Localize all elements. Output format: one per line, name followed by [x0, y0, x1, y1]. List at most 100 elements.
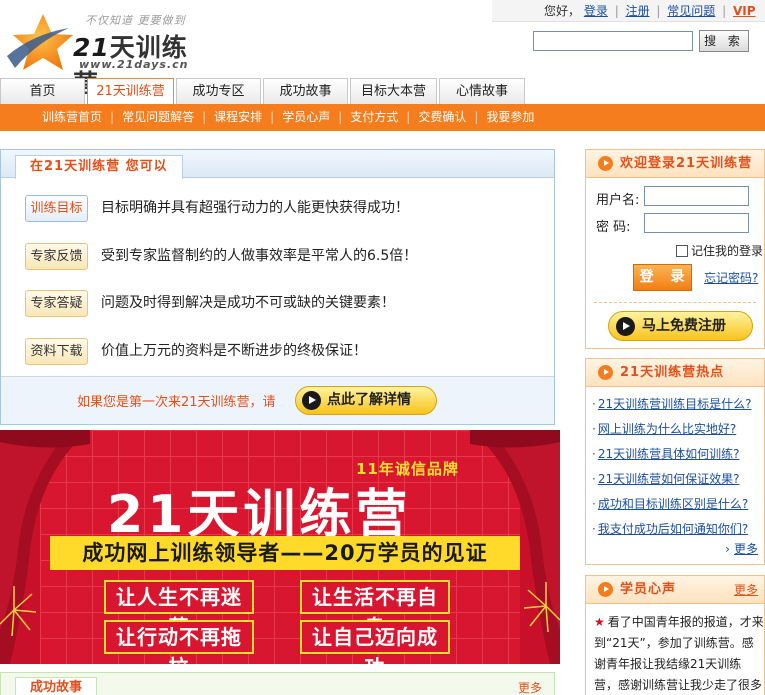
- remember-me-label: 记住我的登录: [691, 244, 764, 258]
- list-item: · 我支付成功后如何通知你们?: [592, 517, 751, 542]
- testimonials-header: 学员心声 更多: [586, 576, 764, 604]
- bullet-icon: ·: [592, 522, 596, 536]
- hot-topic-link[interactable]: 21天训练营如何保证效果?: [598, 472, 740, 486]
- login-box: 欢迎登录21天训练营 用户名: 密 码: 记住我的登录 登 录 忘记密码? 马上…: [585, 149, 765, 349]
- testimonial-body: 看了中国青年报的报道，才来到“21天”，参加了训练营。感谢青年报让我结缘21天训…: [594, 615, 764, 692]
- feature-row: 专家答疑 问题及时得到解决是成功不可或缺的关键要素！: [25, 290, 545, 318]
- remember-me-checkbox[interactable]: 记住我的登录: [676, 242, 763, 259]
- subnav-join[interactable]: 我要参加: [486, 104, 534, 131]
- subnav-payment-confirm[interactable]: 交费确认: [418, 104, 466, 131]
- hot-topics-list: · 21天训练营训练目标是什么? · 网上训练为什么比实地好? · 21天训练营具体如…: [592, 392, 751, 542]
- hot-topic-link[interactable]: 网上训练为什么比实地好?: [598, 422, 736, 436]
- header: 不仅知道 更要做到 21天训练营 www.21days.cn 您好， 登录 | …: [0, 0, 765, 98]
- subnav-testimonials[interactable]: 学员心声: [282, 104, 330, 131]
- arrow-right-icon: [598, 582, 613, 597]
- search-input[interactable]: [533, 31, 693, 51]
- banner-tagline: 成功网上训练领导者——20万学员的见证: [50, 536, 520, 570]
- testimonials-more-link[interactable]: 更多: [734, 576, 758, 604]
- divider: |: [656, 4, 661, 18]
- tab-home[interactable]: 首页: [0, 78, 85, 104]
- banner-slogan: 让行动不再拖拉: [104, 620, 254, 664]
- bullet-icon: ·: [592, 497, 596, 511]
- hot-topics-box: 21天训练营热点 · 21天训练营训练目标是什么? · 网上训练为什么比实地好? ·…: [585, 358, 765, 565]
- bullet-icon: ·: [592, 422, 596, 436]
- feature-label-feedback[interactable]: 专家反馈: [25, 243, 88, 270]
- feature-label-qa[interactable]: 专家答疑: [25, 290, 88, 317]
- testimonials-box: 学员心声 更多 ★ 看了中国青年报的报道，才来到“21天”，参加了训练营。感谢青年…: [585, 575, 765, 695]
- subnav-faq[interactable]: 常见问题解答: [122, 104, 194, 131]
- login-box-title: 欢迎登录21天训练营: [620, 156, 753, 171]
- main-nav: 首页 21天训练营 成功专区 成功故事 目标大本营 心情故事: [0, 78, 765, 104]
- checkbox-icon: [676, 245, 688, 257]
- logo-domain: www.21days.cn: [79, 58, 189, 71]
- password-input[interactable]: [644, 213, 749, 233]
- tab-success-zone[interactable]: 成功专区: [176, 78, 261, 104]
- firework-icon: [0, 586, 37, 637]
- username-label: 用户名:: [596, 193, 640, 208]
- intro-title: 在21天训练营 您可以: [15, 155, 183, 179]
- hot-topics-more[interactable]: › 更多: [725, 540, 758, 557]
- search-button[interactable]: 搜 索: [699, 30, 749, 52]
- tab-success-stories[interactable]: 成功故事: [263, 78, 348, 104]
- divider: |: [722, 4, 727, 18]
- tab-goal-camp[interactable]: 目标大本营: [350, 78, 437, 104]
- free-register-button[interactable]: 马上免费注册: [608, 311, 753, 341]
- username-input[interactable]: [644, 186, 749, 206]
- subnav-payment[interactable]: 支付方式: [350, 104, 398, 131]
- feature-row: 训练目标 目标明确并具有超强行动力的人能更快获得成功！: [25, 195, 545, 223]
- login-link[interactable]: 登录: [584, 4, 608, 18]
- subnav-camp-home[interactable]: 训练营首页: [42, 104, 102, 131]
- site-logo[interactable]: 不仅知道 更要做到 21天训练营 www.21days.cn: [3, 4, 213, 98]
- list-item: · 网上训练为什么比实地好?: [592, 417, 751, 442]
- tab-mood-stories[interactable]: 心情故事: [439, 78, 525, 104]
- list-item: · 21天训练营如何保证效果?: [592, 467, 751, 492]
- forgot-password-link[interactable]: 忘记密码?: [704, 269, 758, 286]
- logo-slogan: 不仅知道 更要做到: [85, 14, 186, 27]
- vip-link[interactable]: VIP: [733, 4, 756, 18]
- divider: |: [614, 4, 619, 18]
- hot-topic-link[interactable]: 21天训练营具体如何训练?: [598, 447, 740, 461]
- list-item: · 21天训练营训练目标是什么?: [592, 392, 751, 417]
- banner-slogan: 让生活不再自卑: [300, 580, 450, 639]
- greeting-text: 您好，: [544, 4, 581, 18]
- testimonial-text: ★ 看了中国青年报的报道，才来到“21天”，参加了训练营。感谢青年报让我结缘21天…: [594, 612, 764, 695]
- login-button[interactable]: 登 录: [633, 264, 692, 291]
- hot-topic-link[interactable]: 成功和目标训练区别是什么?: [598, 497, 748, 511]
- bullet-icon: ·: [592, 472, 596, 486]
- feature-label-download[interactable]: 资料下载: [25, 338, 88, 365]
- learn-more-button[interactable]: 点此了解详情: [295, 386, 437, 415]
- learn-more-label: 点此了解详情: [327, 392, 411, 408]
- divider: |: [202, 110, 207, 124]
- success-stories-more-link[interactable]: 更多: [518, 679, 542, 695]
- faq-link[interactable]: 常见问题: [667, 4, 715, 18]
- hot-topics-more-label: 更多: [733, 542, 758, 556]
- hot-topic-link[interactable]: 我支付成功后如何通知你们?: [598, 522, 748, 536]
- intro-footer: 如果您是第一次来21天训练营，请 点此了解详情: [1, 376, 554, 424]
- register-link[interactable]: 注册: [626, 4, 650, 18]
- intro-header: 在21天训练营 您可以: [1, 150, 554, 179]
- password-label: 密 码:: [596, 220, 631, 235]
- divider: |: [474, 110, 479, 124]
- feature-row: 资料下载 价值上万元的资料是不断进步的终极保证！: [25, 338, 545, 366]
- feature-label-goals[interactable]: 训练目标: [25, 195, 88, 222]
- hot-topics-title: 21天训练营热点: [620, 365, 725, 380]
- divider: |: [406, 110, 411, 124]
- subnav-schedule[interactable]: 课程安排: [214, 104, 262, 131]
- intro-panel: 在21天训练营 您可以 训练目标 目标明确并具有超强行动力的人能更快获得成功！ …: [0, 149, 555, 425]
- tab-21days-camp[interactable]: 21天训练营: [87, 78, 174, 104]
- hot-topic-link[interactable]: 21天训练营训练目标是什么?: [598, 397, 752, 411]
- success-stories-title: 成功故事: [15, 677, 98, 695]
- free-register-label: 马上免费注册: [642, 318, 726, 334]
- promo-banner[interactable]: 11年诚信品牌 21天训练营 成功网上训练领导者——20万学员的见证 让人生不再…: [0, 430, 560, 664]
- star-logo-icon: [7, 14, 73, 70]
- firework-icon: [524, 582, 560, 633]
- play-icon: [616, 317, 635, 336]
- divider: [594, 302, 756, 303]
- feature-text: 价值上万元的资料是不断进步的终极保证！: [101, 343, 367, 359]
- success-stories-bar: 成功故事 更多: [0, 672, 555, 695]
- feature-row: 专家反馈 受到专家监督制约的人做事效率是平常人的6.5倍！: [25, 243, 545, 271]
- login-box-header: 欢迎登录21天训练营: [586, 150, 764, 178]
- feature-text: 问题及时得到解决是成功不可或缺的关键要素！: [101, 295, 395, 311]
- chevron-right-icon: ›: [725, 542, 730, 556]
- divider: |: [110, 110, 115, 124]
